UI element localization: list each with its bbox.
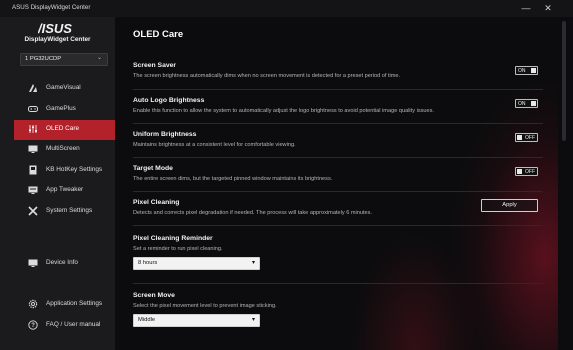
sidebar-item-label: GamePlus — [46, 105, 76, 112]
dropdown-value: Middle — [138, 317, 156, 323]
sidebar-item-label: System Settings — [46, 207, 93, 214]
sidebar-item-label: OLED Care — [46, 125, 80, 132]
sidebar-item-label: MultiScreen — [46, 145, 80, 152]
setting-title: Auto Logo Brightness — [133, 97, 205, 104]
display-info-icon — [28, 259, 38, 267]
app-tweaker-icon — [28, 186, 38, 194]
setting-description: The screen brightness automatically dims… — [133, 73, 401, 79]
sidebar-item-system-settings[interactable]: System Settings — [14, 202, 115, 222]
screen-saver-toggle[interactable]: ON — [515, 66, 538, 75]
toggle-knob — [517, 169, 522, 174]
close-button[interactable]: ✕ — [539, 1, 557, 15]
toggle-label: OFF — [525, 169, 535, 175]
gamevisual-icon — [29, 84, 37, 92]
page-title: OLED Care — [133, 29, 184, 40]
setting-title: Uniform Brightness — [133, 131, 197, 138]
main-panel: OLED Care Screen Saver The screen bright… — [115, 17, 558, 350]
dropdown-value: 8 hours — [138, 260, 158, 266]
chevron-down-icon: ▾ — [251, 260, 255, 266]
target-mode-toggle[interactable]: OFF — [515, 167, 538, 176]
sidebar: /ISUS DisplayWidget Center 1 PG32UCDP ⌄ … — [0, 17, 115, 350]
monitor-select-value: 1 PG32UCDP — [25, 56, 62, 62]
setting-description: Maintains brightness at a consistent lev… — [133, 142, 296, 148]
apply-button[interactable]: Apply — [481, 199, 538, 212]
sidebar-item-label: GameVisual — [46, 84, 81, 91]
svg-text:?: ? — [31, 323, 35, 329]
divider — [133, 89, 543, 90]
scrollbar-thumb[interactable] — [562, 21, 566, 141]
setting-uniform-brightness: Uniform Brightness Maintains brightness … — [133, 131, 543, 148]
sidebar-item-application-settings[interactable]: Application Settings — [14, 295, 115, 315]
sidebar-item-device-info[interactable]: Device Info — [14, 254, 115, 274]
gamepad-icon — [28, 106, 38, 112]
setting-description: Select the pixel movement level to preve… — [133, 303, 277, 309]
wrench-icon — [28, 206, 38, 216]
auto-logo-brightness-toggle[interactable]: ON — [515, 99, 538, 108]
sidebar-item-faq[interactable]: ? FAQ / User manual — [14, 316, 115, 336]
scrollbar[interactable] — [558, 17, 573, 350]
setting-title: Pixel Cleaning Reminder — [133, 235, 213, 242]
sidebar-item-gameplus[interactable]: GamePlus — [14, 100, 115, 120]
setting-pixel-cleaning-reminder: Pixel Cleaning Reminder Set a reminder t… — [133, 235, 543, 252]
setting-target-mode: Target Mode The entire screen dims, but … — [133, 165, 543, 182]
setting-title: Screen Move — [133, 292, 175, 299]
setting-description: The entire screen dims, but the targeted… — [133, 176, 333, 182]
asus-logo: /ISUS — [38, 21, 72, 35]
divider — [133, 123, 543, 124]
help-icon: ? — [28, 320, 38, 330]
toggle-knob — [531, 68, 536, 73]
chevron-down-icon: ▾ — [251, 317, 255, 323]
monitor-icon — [28, 145, 38, 153]
window-title: ASUS DisplayWidget Center — [12, 4, 91, 11]
monitor-select[interactable]: 1 PG32UCDP ⌄ — [20, 53, 108, 66]
uniform-brightness-toggle[interactable]: OFF — [515, 133, 538, 142]
keyboard-icon — [29, 165, 37, 175]
sliders-icon — [29, 125, 37, 133]
chevron-down-icon: ⌄ — [96, 55, 102, 61]
setting-description: Enable this function to allow the system… — [133, 108, 434, 114]
sidebar-item-multiscreen[interactable]: MultiScreen — [14, 140, 115, 160]
setting-title: Screen Saver — [133, 62, 177, 69]
setting-screen-move: Screen Move Select the pixel movement le… — [133, 292, 543, 309]
setting-auto-logo-brightness: Auto Logo Brightness Enable this functio… — [133, 97, 543, 114]
toggle-label: ON — [518, 101, 526, 107]
sidebar-item-label: Device Info — [46, 259, 78, 266]
toggle-knob — [517, 135, 522, 140]
setting-description: Set a reminder to run pixel cleaning. — [133, 246, 223, 252]
sidebar-item-kb-hotkey-settings[interactable]: KB HotKey Settings — [14, 161, 115, 181]
app-window: ASUS DisplayWidget Center — ✕ /ISUS Disp… — [0, 0, 573, 350]
toggle-knob — [531, 101, 536, 106]
divider — [133, 191, 543, 192]
screen-move-dropdown[interactable]: Middle ▾ — [133, 314, 260, 327]
toggle-label: OFF — [525, 135, 535, 141]
divider — [133, 283, 543, 284]
sidebar-item-label: Application Settings — [46, 300, 103, 307]
gear-icon — [28, 299, 38, 309]
pixel-cleaning-reminder-dropdown[interactable]: 8 hours ▾ — [133, 257, 260, 270]
brand-name: DisplayWidget Center — [24, 36, 91, 43]
minimize-button[interactable]: — — [517, 1, 535, 15]
sidebar-item-label: KB HotKey Settings — [46, 166, 103, 173]
title-bar: ASUS DisplayWidget Center — ✕ — [0, 0, 573, 17]
sidebar-item-oled-care[interactable]: OLED Care — [14, 120, 115, 140]
sidebar-item-label: App Tweaker — [46, 186, 84, 193]
asus-logo-text: /ISUS — [38, 21, 72, 35]
sidebar-item-app-tweaker[interactable]: App Tweaker — [14, 181, 115, 201]
divider — [133, 157, 543, 158]
setting-screen-saver: Screen Saver The screen brightness autom… — [133, 62, 543, 79]
setting-title: Target Mode — [133, 165, 173, 172]
sidebar-item-label: FAQ / User manual — [46, 321, 101, 328]
sidebar-item-gamevisual[interactable]: GameVisual — [14, 79, 115, 99]
toggle-label: ON — [518, 68, 526, 74]
divider — [133, 225, 543, 226]
